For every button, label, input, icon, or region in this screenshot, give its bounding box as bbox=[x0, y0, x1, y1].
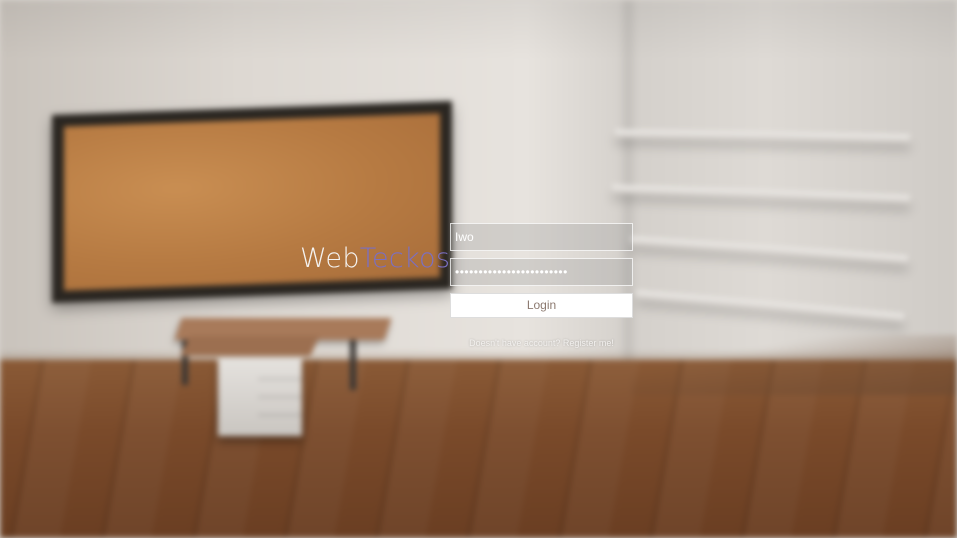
drawer-cabinet bbox=[218, 358, 302, 436]
drawer-line bbox=[258, 378, 302, 380]
brand-logo-part-1: Web bbox=[300, 243, 360, 274]
login-button[interactable]: Login bbox=[450, 293, 633, 318]
ceiling-shade bbox=[0, 0, 957, 60]
drawer-line bbox=[258, 396, 302, 398]
brand-logo: WebTeckos bbox=[300, 241, 450, 277]
floor-shade bbox=[630, 335, 957, 395]
password-input[interactable] bbox=[450, 258, 633, 286]
desk-wing bbox=[180, 336, 320, 356]
username-input[interactable] bbox=[450, 223, 633, 251]
drawer-line bbox=[258, 414, 302, 416]
register-link[interactable]: Doesn't have account? Register me! bbox=[450, 337, 633, 349]
desk-leg bbox=[350, 335, 356, 390]
login-screen: WebTeckos Login Doesn't have account? Re… bbox=[0, 0, 957, 538]
brand-logo-part-2: Teckos bbox=[359, 243, 451, 274]
